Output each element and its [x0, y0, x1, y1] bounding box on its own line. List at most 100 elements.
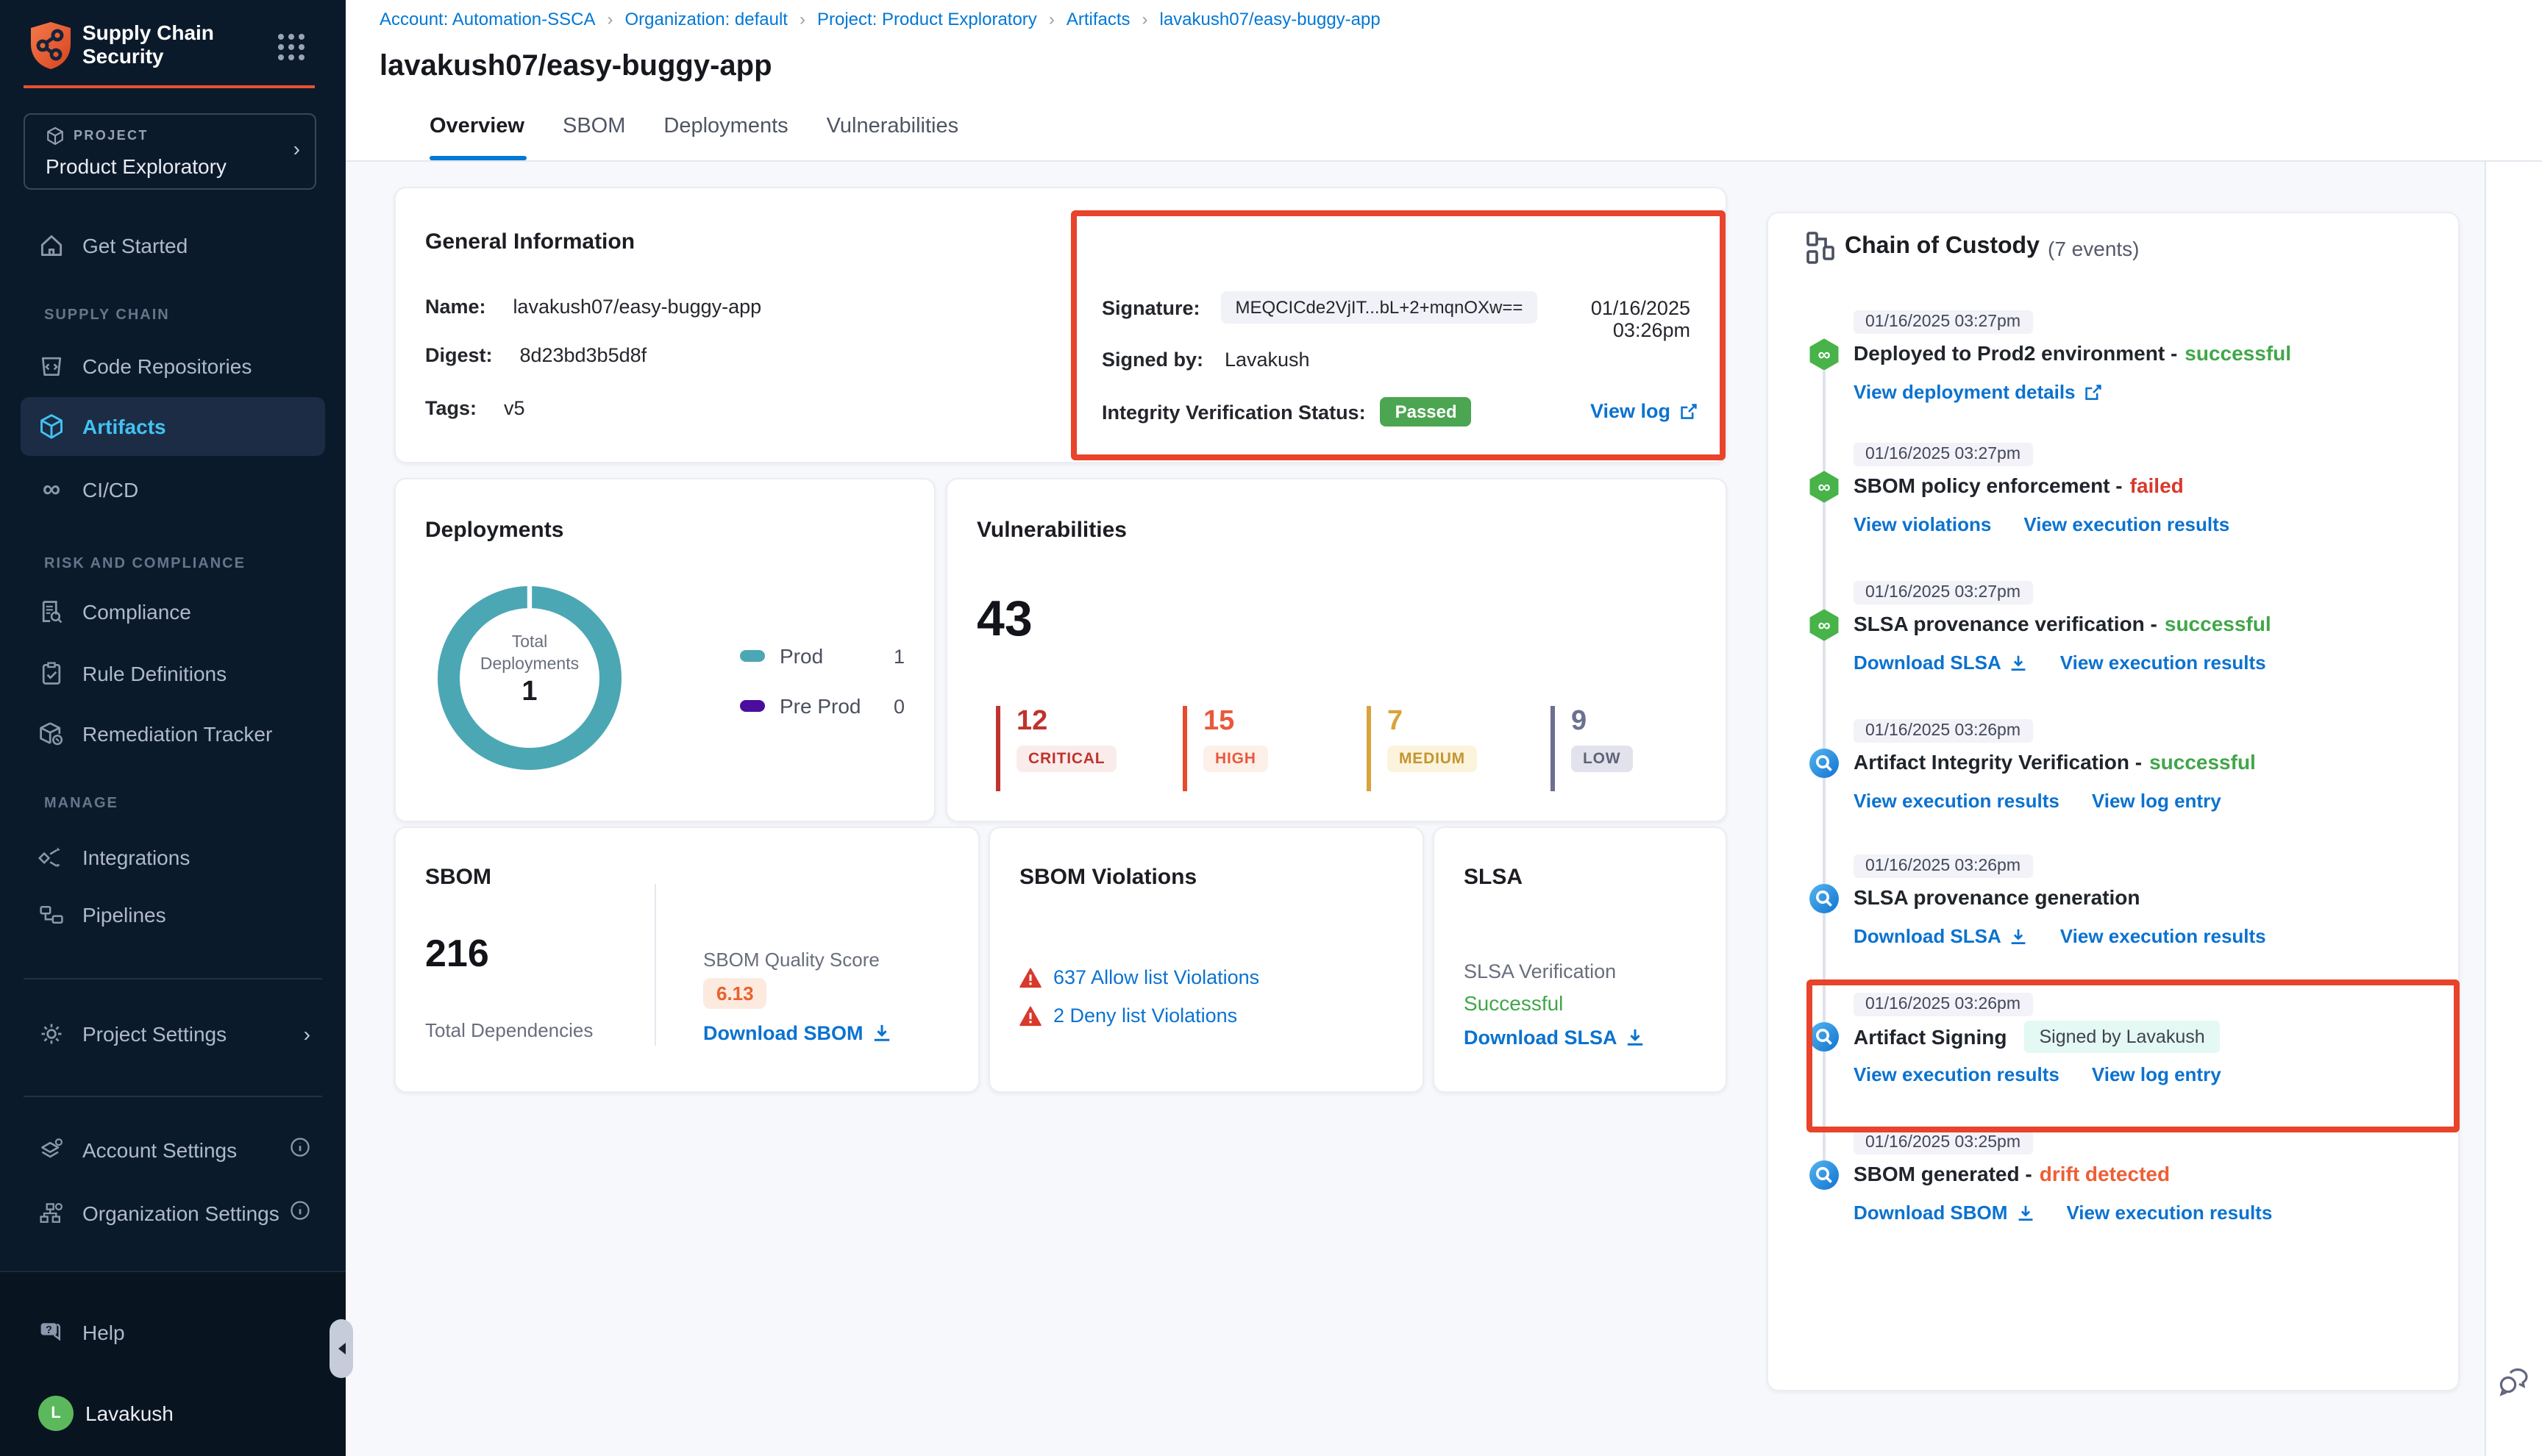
breadcrumb-artifact-name[interactable]: lavakush07/easy-buggy-app — [1160, 9, 1381, 29]
info-icon — [290, 1199, 310, 1227]
project-selector[interactable]: PROJECT Product Exploratory › — [24, 113, 316, 190]
sidebar-item-organization-settings[interactable]: Organization Settings — [0, 1187, 346, 1240]
breadcrumb-project[interactable]: Project: Product Exploratory — [817, 9, 1037, 29]
signature-value[interactable]: MEQCICde2VjIT...bL+2+mqnOXw== — [1221, 291, 1538, 324]
sidebar-item-help[interactable]: ? Help — [0, 1306, 346, 1359]
app-grid-icon[interactable] — [277, 32, 306, 62]
sidebar-item-remediation-tracker[interactable]: Remediation Tracker — [0, 707, 346, 760]
breadcrumb-artifacts[interactable]: Artifacts — [1067, 9, 1131, 29]
app-window: Supply Chain Security PROJECT Product Ex… — [0, 0, 2542, 1456]
slsa-verification-status: Successful — [1464, 991, 1563, 1015]
download-sbom-link[interactable]: Download SBOM — [1854, 1202, 2034, 1224]
sidebar-section-manage: MANAGE — [0, 788, 118, 818]
sidebar-item-compliance[interactable]: Compliance — [0, 585, 346, 638]
severity-low: 9 LOW — [1551, 706, 1632, 791]
cube-tag-icon — [38, 721, 65, 747]
artifact-name-value: lavakush07/easy-buggy-app — [513, 296, 761, 318]
event-links: View violations View execution results — [1854, 513, 2229, 535]
donut-segment-gap — [527, 582, 532, 612]
allow-list-violations-row: 637 Allow list Violations — [1019, 966, 1259, 988]
view-execution-results-link[interactable]: View execution results — [2060, 652, 2266, 674]
org-chart-gear-icon — [38, 1200, 65, 1227]
support-chat-icon[interactable] — [2496, 1363, 2532, 1399]
legend-swatch-pre-prod — [740, 700, 765, 712]
chain-of-custody-icon — [1805, 231, 1836, 265]
download-icon — [2010, 927, 2028, 945]
sidebar-item-get-started[interactable]: Get Started — [0, 219, 346, 272]
view-deployment-details-link[interactable]: View deployment details — [1854, 381, 2102, 403]
warning-icon — [1019, 967, 1042, 988]
warning-icon — [1019, 1005, 1042, 1026]
external-link-icon — [2084, 383, 2102, 401]
sidebar-item-artifacts[interactable]: Artifacts — [0, 400, 346, 453]
sidebar-item-project-settings[interactable]: Project Settings › — [0, 1007, 346, 1060]
svg-text:∞: ∞ — [1818, 345, 1830, 365]
tags-row: Tags: v5 — [425, 396, 524, 422]
download-sbom-link[interactable]: Download SBOM — [703, 1022, 891, 1044]
severity-critical: 12 CRITICAL — [996, 706, 1117, 791]
sidebar-section-supply-chain: SUPPLY CHAIN — [0, 300, 170, 329]
tab-vulnerabilities[interactable]: Vulnerabilities — [827, 115, 958, 138]
breadcrumb-organization[interactable]: Organization: default — [625, 9, 788, 29]
view-log-entry-link[interactable]: View log entry — [2092, 790, 2221, 812]
sidebar-item-rule-definitions[interactable]: Rule Definitions — [0, 647, 346, 700]
general-information-card: General Information Name: lavakush07/eas… — [394, 187, 1727, 463]
download-slsa-link[interactable]: Download SLSA — [1464, 1027, 1645, 1049]
breadcrumb: Account: Automation-SSCA › Organization:… — [380, 9, 1381, 29]
sidebar-item-code-repositories[interactable]: Code Repositories — [0, 340, 346, 393]
event-title: SLSA provenance generation — [1854, 885, 2148, 909]
tab-sbom[interactable]: SBOM — [563, 115, 625, 138]
sidebar-item-pipelines[interactable]: Pipelines — [0, 888, 346, 941]
event-status: successful — [2185, 341, 2291, 365]
verification-step-icon — [1808, 747, 1840, 779]
view-log-link[interactable]: View log — [1590, 400, 1697, 422]
user-menu[interactable]: L Lavakush — [38, 1396, 174, 1431]
signed-by-row: Signed by: Lavakush — [1102, 347, 1310, 374]
view-execution-results-link[interactable]: View execution results — [2023, 513, 2229, 535]
active-tab-underline — [430, 156, 527, 160]
sidebar-item-account-settings[interactable]: Account Settings — [0, 1124, 346, 1177]
slsa-verification-label: SLSA Verification — [1464, 960, 1616, 982]
download-slsa-link[interactable]: Download SLSA — [1854, 925, 2028, 947]
event-status: failed — [2130, 474, 2184, 497]
deny-list-violations-link[interactable]: 2 Deny list Violations — [1053, 1004, 1237, 1027]
app-title: Supply Chain Security — [82, 21, 214, 68]
signature-timestamp: 01/16/2025 03:26pm — [1528, 297, 1690, 341]
help-chat-icon: ? — [38, 1319, 65, 1346]
download-icon — [2010, 654, 2028, 671]
pipelines-icon — [38, 902, 65, 928]
allow-list-violations-link[interactable]: 637 Allow list Violations — [1053, 966, 1259, 988]
download-slsa-link[interactable]: Download SLSA — [1854, 652, 2028, 674]
signature-row: Signature: MEQCICde2VjIT...bL+2+mqnOXw== — [1102, 291, 1537, 324]
project-label: PROJECT — [74, 128, 149, 143]
view-execution-results-link[interactable]: View execution results — [2066, 1202, 2272, 1224]
slsa-generation-step-icon — [1808, 882, 1840, 915]
event-title: Artifact Signing Signed by Lavakush — [1854, 1021, 2220, 1053]
card-heading: SBOM Violations — [1019, 865, 1197, 890]
tab-overview[interactable]: Overview — [430, 115, 524, 138]
card-heading: General Information — [425, 229, 635, 254]
integrations-icon — [38, 844, 65, 871]
chevron-separator: › — [800, 9, 805, 29]
tab-deployments[interactable]: Deployments — [663, 115, 788, 138]
event-timestamp: 01/16/2025 03:26pm — [1854, 719, 2032, 743]
breadcrumb-account[interactable]: Account: Automation-SSCA — [380, 9, 596, 29]
deny-list-violations-row: 2 Deny list Violations — [1019, 1004, 1237, 1027]
total-dependencies-label: Total Dependencies — [425, 1019, 593, 1041]
sidebar-collapse-handle[interactable] — [330, 1319, 353, 1378]
view-execution-results-link[interactable]: View execution results — [1854, 1063, 2059, 1085]
sbom-card: SBOM 216 Total Dependencies SBOM Quality… — [394, 827, 980, 1093]
legend-item-prod[interactable]: Prod 1 — [740, 644, 905, 668]
sidebar-item-cicd[interactable]: ∞ CI/CD — [0, 463, 346, 516]
project-name: Product Exploratory — [46, 154, 227, 178]
status-badge-passed: Passed — [1381, 397, 1472, 427]
view-violations-link[interactable]: View violations — [1854, 513, 1991, 535]
card-heading: Deployments — [425, 518, 563, 543]
legend-swatch-prod — [740, 650, 765, 662]
legend-item-pre-prod[interactable]: Pre Prod 0 — [740, 694, 905, 718]
view-execution-results-link[interactable]: View execution results — [1854, 790, 2059, 812]
view-log-entry-link[interactable]: View log entry — [2092, 1063, 2221, 1085]
view-execution-results-link[interactable]: View execution results — [2060, 925, 2266, 947]
sbom-quality-score-badge: 6.13 — [703, 978, 767, 1009]
sidebar-item-integrations[interactable]: Integrations — [0, 831, 346, 884]
